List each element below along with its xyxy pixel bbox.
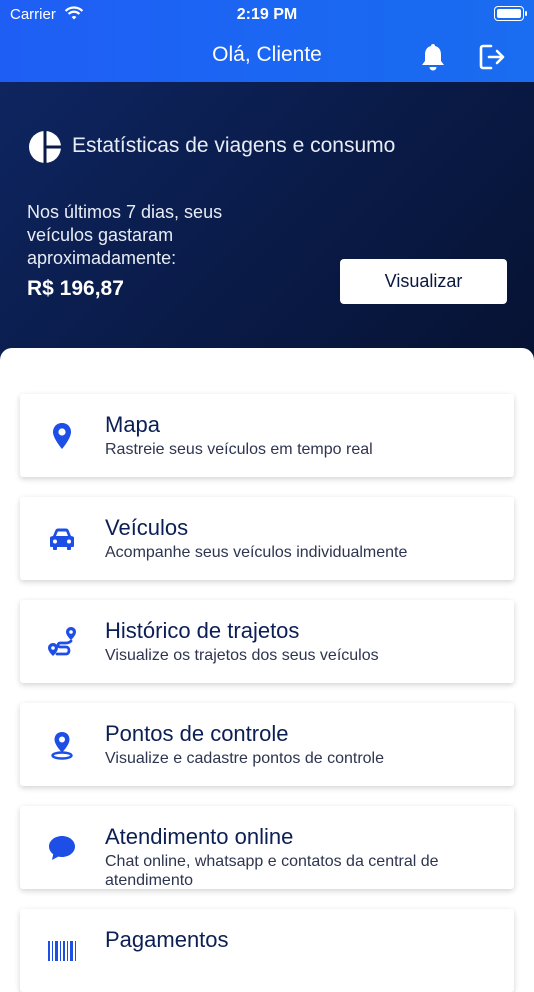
car-icon	[50, 528, 74, 550]
menu-item-veiculos[interactable]: Veículos Acompanhe seus veículos individ…	[20, 497, 514, 580]
top-bar: Carrier 2:19 PM Olá, Cliente	[0, 0, 534, 82]
stats-panel: Estatísticas de viagens e consumo Nos úl…	[0, 82, 534, 382]
menu-item-title: Atendimento online	[105, 824, 294, 849]
bell-icon[interactable]	[419, 42, 447, 72]
pie-chart-icon	[29, 131, 61, 163]
view-stats-button[interactable]: Visualizar	[340, 259, 507, 304]
stats-amount: R$ 196,87	[27, 277, 124, 300]
menu-item-title: Veículos	[105, 515, 189, 540]
menu-item-title: Histórico de trajetos	[105, 618, 300, 643]
stats-description: Nos últimos 7 dias, seus veículos gastar…	[27, 202, 223, 268]
menu-item-mapa[interactable]: Mapa Rastreie seus veículos em tempo rea…	[20, 394, 514, 477]
menu-sheet: Mapa Rastreie seus veículos em tempo rea…	[0, 348, 534, 992]
status-bar: Carrier 2:19 PM	[0, 0, 534, 28]
menu-item-subtitle: Chat online, whatsapp e contatos da cent…	[105, 853, 439, 889]
menu-item-subtitle: Rastreie seus veículos em tempo real	[105, 441, 373, 458]
menu-item-atendimento[interactable]: Atendimento online Chat online, whatsapp…	[20, 806, 514, 889]
menu-item-title: Pontos de controle	[105, 721, 289, 746]
clock: 2:19 PM	[236, 6, 298, 23]
route-icon	[48, 627, 76, 656]
menu-item-title: Pagamentos	[105, 927, 229, 952]
menu-item-subtitle: Acompanhe seus veículos individualmente	[105, 544, 408, 561]
menu-item-subtitle: Visualize os trajetos dos seus veículos	[105, 647, 379, 664]
menu-item-historico[interactable]: Histórico de trajetos Visualize os traje…	[20, 600, 514, 683]
menu-item-pontos[interactable]: Pontos de controle Visualize e cadastre …	[20, 703, 514, 786]
greeting-title: Olá, Cliente	[212, 43, 322, 66]
menu-item-title: Mapa	[105, 412, 161, 437]
menu-item-subtitle: Visualize e cadastre pontos de controle	[105, 750, 384, 767]
menu-item-pagamentos[interactable]: Pagamentos	[20, 909, 514, 992]
location-pin-icon	[53, 423, 71, 449]
barcode-icon	[48, 941, 76, 961]
checkpoint-pin-icon	[51, 732, 73, 760]
stats-title: Estatísticas de viagens e consumo	[72, 134, 396, 157]
battery-icon	[494, 6, 527, 21]
chat-icon	[49, 836, 75, 860]
logout-icon[interactable]	[477, 42, 507, 72]
